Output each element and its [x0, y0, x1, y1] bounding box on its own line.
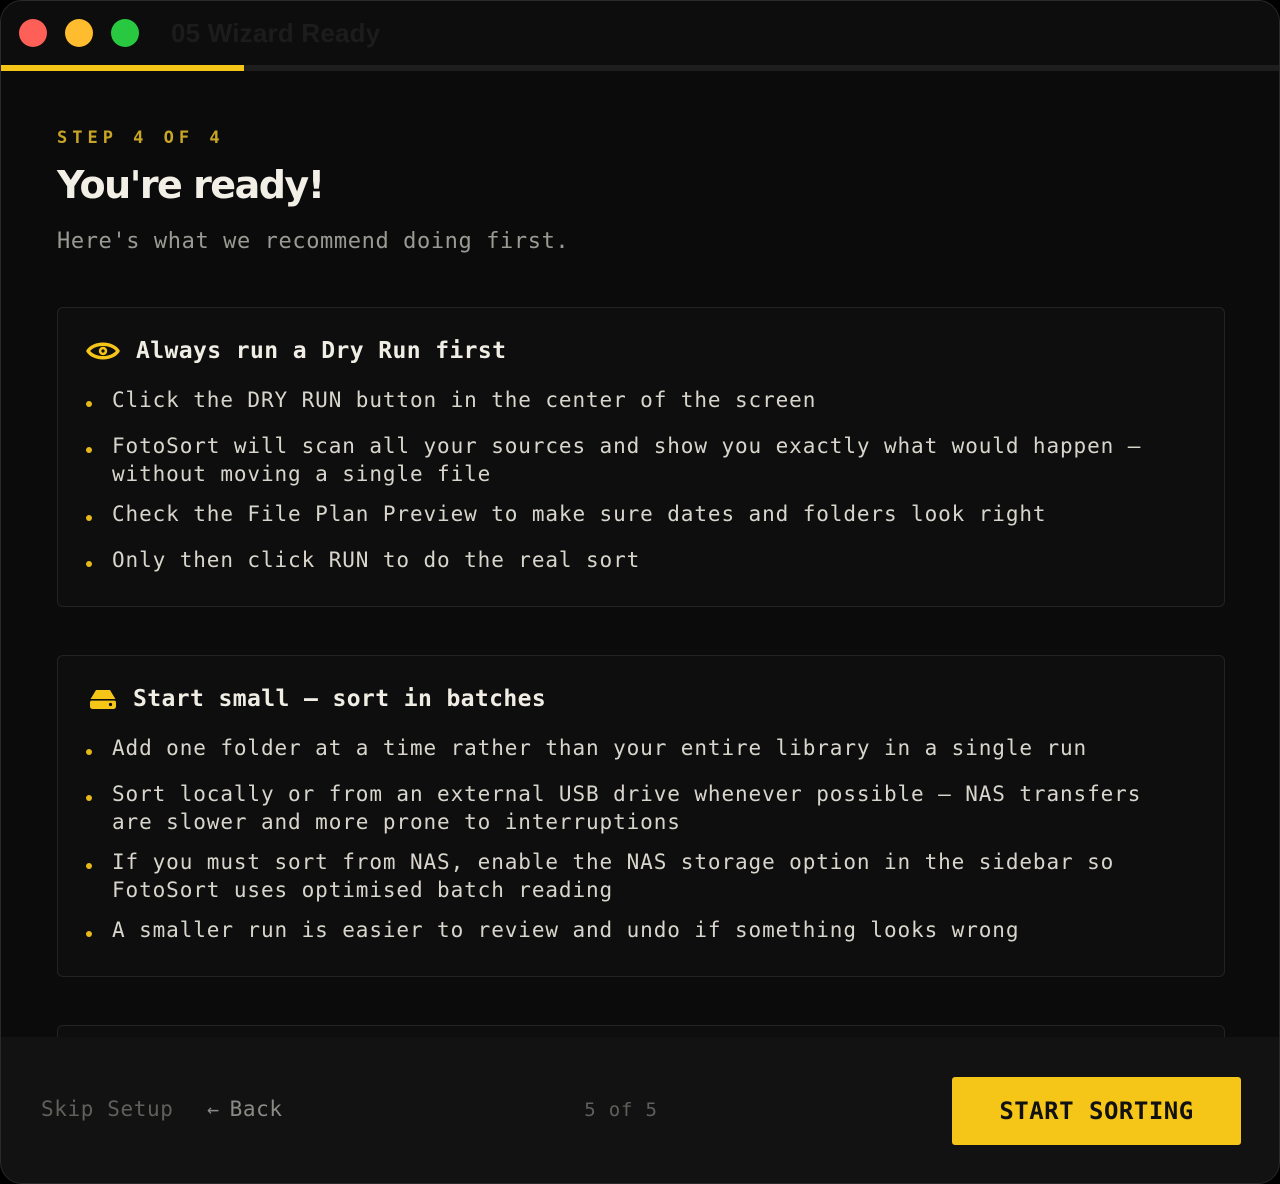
list-item-text: A smaller run is easier to review and un…: [112, 918, 1020, 942]
bullet-dot-icon: [86, 561, 92, 567]
card-title: Start small — sort in batches: [133, 686, 547, 712]
list-item-text: Add one folder at a time rather than you…: [112, 736, 1088, 760]
minimize-window-button[interactable]: [65, 19, 93, 47]
bullet-dot-icon: [86, 515, 92, 521]
dry-run-tip-card: Always run a Dry Run first Click the DRY…: [57, 307, 1225, 607]
page-title: You're ready!: [57, 163, 325, 207]
card-bullet-list: Add one folder at a time rather than you…: [86, 734, 1186, 962]
bullet-dot-icon: [86, 447, 92, 453]
bullet-dot-icon: [86, 863, 92, 869]
card-title: Always run a Dry Run first: [136, 338, 507, 364]
drive-icon: [86, 682, 120, 716]
card-header: Always run a Dry Run first: [86, 334, 506, 368]
window-title: 05 Wizard Ready: [171, 18, 381, 48]
bullet-dot-icon: [86, 749, 92, 755]
list-item-text: Sort locally or from an external USB dri…: [112, 782, 1142, 834]
list-item: If you must sort from NAS, enable the NA…: [86, 848, 1186, 904]
batch-tip-card: Start small — sort in batches Add one fo…: [57, 655, 1225, 977]
title-bar: 05 Wizard Ready: [1, 1, 1279, 65]
next-tip-card: [57, 1025, 1225, 1037]
eye-icon: [86, 334, 120, 368]
close-window-button[interactable]: [19, 19, 47, 47]
app-window: 05 Wizard Ready STEP 4 OF 4 You're ready…: [0, 0, 1280, 1184]
list-item-text: FotoSort will scan all your sources and …: [112, 434, 1142, 486]
page-subtitle: Here's what we recommend doing first.: [57, 229, 570, 254]
wizard-footer: Skip Setup ← Back 5 of 5 START SORTING: [1, 1037, 1279, 1183]
list-item: Check the File Plan Preview to make sure…: [86, 500, 1186, 528]
bullet-dot-icon: [86, 795, 92, 801]
list-item: Click the DRY RUN button in the center o…: [86, 386, 1186, 414]
list-item-text: Only then click RUN to do the real sort: [112, 548, 641, 572]
list-item: A smaller run is easier to review and un…: [86, 916, 1186, 944]
list-item: Add one folder at a time rather than you…: [86, 734, 1186, 762]
list-item-text: If you must sort from NAS, enable the NA…: [112, 850, 1115, 902]
list-item: Only then click RUN to do the real sort: [86, 546, 1186, 574]
bullet-dot-icon: [86, 931, 92, 937]
main-content: STEP 4 OF 4 You're ready! Here's what we…: [1, 71, 1279, 1037]
step-label: STEP 4 OF 4: [57, 128, 225, 148]
card-bullet-list: Click the DRY RUN button in the center o…: [86, 386, 1186, 592]
card-header: Start small — sort in batches: [86, 682, 546, 716]
list-item-text: Click the DRY RUN button in the center o…: [112, 388, 817, 412]
list-item: Sort locally or from an external USB dri…: [86, 780, 1186, 836]
bullet-dot-icon: [86, 401, 92, 407]
maximize-window-button[interactable]: [111, 19, 139, 47]
list-item-text: Check the File Plan Preview to make sure…: [112, 502, 1047, 526]
list-item: FotoSort will scan all your sources and …: [86, 432, 1186, 488]
start-sorting-button[interactable]: START SORTING: [952, 1077, 1241, 1145]
